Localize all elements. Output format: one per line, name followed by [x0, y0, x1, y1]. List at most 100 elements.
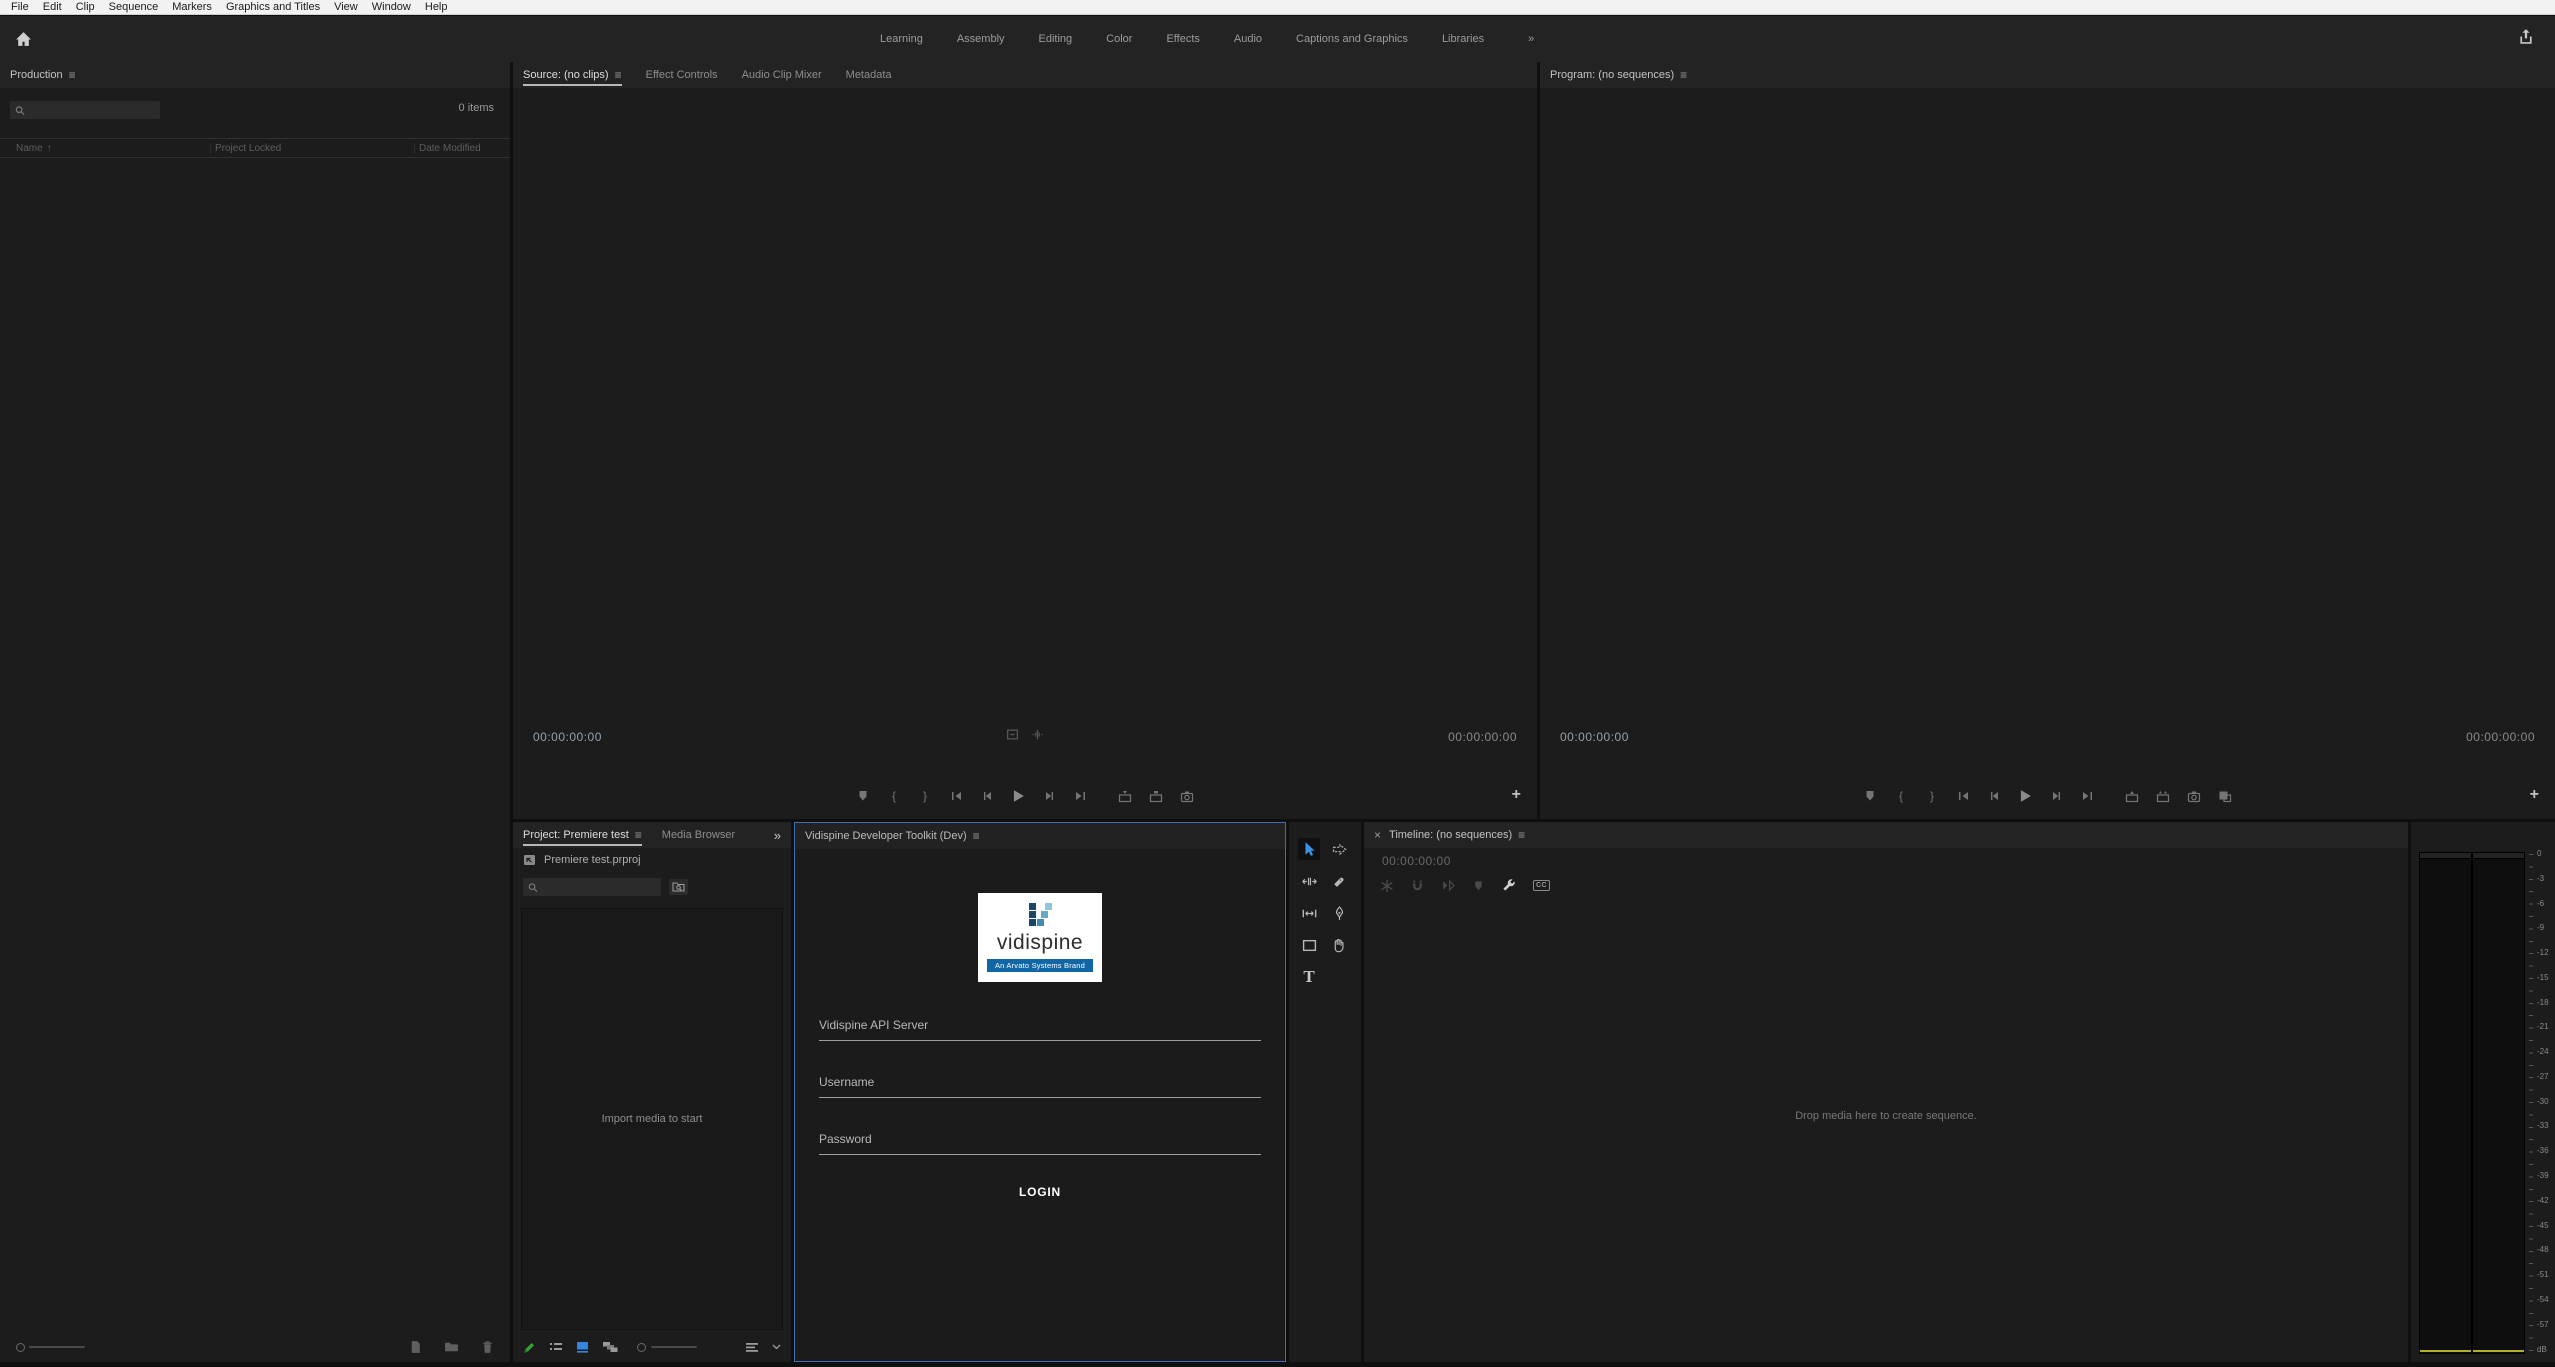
menu-help[interactable]: Help — [418, 0, 455, 15]
vidispine-panel-menu-icon[interactable]: ≡ — [973, 831, 980, 841]
project-tab-overflow-icon[interactable]: » — [774, 828, 781, 843]
timeline-close-icon[interactable]: × — [1374, 828, 1381, 842]
workspace-libraries[interactable]: Libraries — [1442, 33, 1484, 45]
track-select-forward-tool-icon[interactable] — [1328, 838, 1350, 860]
extract-icon[interactable] — [2155, 788, 2171, 804]
sort-options-icon[interactable] — [745, 1342, 759, 1353]
column-project-locked[interactable]: Project Locked — [210, 143, 414, 154]
hand-tool-icon[interactable] — [1328, 934, 1350, 956]
tab-media-browser[interactable]: Media Browser — [662, 824, 768, 846]
mark-in-icon[interactable]: { — [1893, 788, 1909, 804]
menu-view[interactable]: View — [327, 0, 365, 15]
export-frame-icon[interactable] — [2186, 788, 2202, 804]
snap-magnet-icon[interactable] — [1411, 879, 1424, 893]
go-to-in-icon[interactable] — [1955, 788, 1971, 804]
chevron-down-icon[interactable] — [772, 1344, 781, 1350]
timeline-playhead-timecode[interactable]: 00:00:00:00 — [1382, 854, 1451, 868]
go-to-out-icon[interactable] — [1072, 788, 1088, 804]
mark-in-icon[interactable]: { — [886, 788, 902, 804]
password-field[interactable] — [819, 1126, 1261, 1155]
list-view-icon[interactable] — [549, 1341, 563, 1353]
step-back-icon[interactable] — [979, 788, 995, 804]
new-item-icon[interactable] — [409, 1340, 422, 1354]
add-marker-icon[interactable] — [1862, 788, 1878, 804]
go-to-in-icon[interactable] — [948, 788, 964, 804]
slip-tool-icon[interactable] — [1298, 902, 1320, 924]
project-file-name[interactable]: Premiere test.prproj — [544, 854, 641, 866]
tab-project[interactable]: Project: Premiere test ≡ — [523, 824, 642, 846]
insert-icon[interactable] — [1117, 788, 1133, 804]
new-folder-icon[interactable] — [444, 1341, 459, 1353]
icon-view-icon[interactable] — [576, 1341, 589, 1353]
menu-markers[interactable]: Markers — [165, 0, 219, 15]
razor-tool-icon[interactable] — [1328, 870, 1350, 892]
production-zoom-slider[interactable] — [16, 1343, 25, 1352]
type-tool-icon[interactable]: T — [1298, 966, 1320, 988]
menu-sequence[interactable]: Sequence — [102, 0, 166, 15]
timeline-empty-text[interactable]: Drop media here to create sequence. — [1364, 1110, 2408, 1122]
workspace-captions-graphics[interactable]: Captions and Graphics — [1296, 33, 1408, 45]
username-field[interactable] — [819, 1069, 1261, 1098]
timeline-add-marker-icon[interactable] — [1473, 880, 1484, 892]
production-zoom-slider-track[interactable] — [29, 1346, 85, 1348]
source-button-editor-icon[interactable]: + — [1512, 786, 1521, 804]
rectangle-tool-icon[interactable] — [1298, 934, 1320, 956]
share-export-icon[interactable] — [2517, 28, 2535, 46]
tab-timeline[interactable]: Timeline: (no sequences) — [1389, 824, 1512, 846]
drag-audio-only-icon[interactable] — [1031, 728, 1044, 741]
workspace-overflow-icon[interactable]: » — [1528, 33, 1534, 45]
mark-out-icon[interactable]: } — [917, 788, 933, 804]
program-button-editor-icon[interactable]: + — [2530, 786, 2539, 804]
home-icon[interactable] — [12, 28, 34, 50]
project-panel-menu-icon[interactable]: ≡ — [635, 830, 642, 840]
workspace-editing[interactable]: Editing — [1039, 33, 1073, 45]
menu-graphics-titles[interactable]: Graphics and Titles — [219, 0, 327, 15]
comparison-view-icon[interactable] — [2217, 788, 2233, 804]
production-tab[interactable]: Production — [10, 64, 63, 86]
program-panel-menu-icon[interactable]: ≡ — [1680, 70, 1687, 80]
step-back-icon[interactable] — [1986, 788, 2002, 804]
captions-cc-icon[interactable]: CC — [1533, 880, 1550, 891]
menu-window[interactable]: Window — [365, 0, 418, 15]
lift-icon[interactable] — [2124, 788, 2140, 804]
production-search-input[interactable] — [10, 101, 160, 119]
workspace-audio[interactable]: Audio — [1234, 33, 1262, 45]
pen-tool-icon[interactable] — [1328, 902, 1350, 924]
menu-clip[interactable]: Clip — [69, 0, 102, 15]
project-writable-icon[interactable] — [523, 1341, 536, 1354]
workspace-assembly[interactable]: Assembly — [957, 33, 1005, 45]
add-marker-icon[interactable] — [855, 788, 871, 804]
insert-as-nest-icon[interactable] — [1380, 879, 1394, 893]
column-name[interactable]: Name↑ — [0, 143, 210, 154]
overwrite-icon[interactable] — [1148, 788, 1164, 804]
production-panel-menu-icon[interactable]: ≡ — [69, 70, 76, 80]
login-button[interactable]: LOGIN — [1019, 1185, 1061, 1199]
drag-video-only-icon[interactable] — [1006, 728, 1019, 741]
mark-out-icon[interactable]: } — [1924, 788, 1940, 804]
menu-file[interactable]: File — [4, 0, 36, 15]
tab-effect-controls[interactable]: Effect Controls — [646, 64, 718, 86]
step-forward-icon[interactable] — [1041, 788, 1057, 804]
export-frame-icon[interactable] — [1179, 788, 1195, 804]
timeline-settings-wrench-icon[interactable] — [1501, 878, 1516, 893]
search-bins-icon[interactable] — [669, 879, 688, 895]
workspace-color[interactable]: Color — [1106, 33, 1132, 45]
audio-meter[interactable] — [2419, 852, 2525, 1354]
tab-source[interactable]: Source: (no clips) ≡ — [523, 64, 622, 86]
tab-audio-clip-mixer[interactable]: Audio Clip Mixer — [742, 64, 822, 86]
project-search-input[interactable] — [523, 878, 661, 896]
ripple-edit-tool-icon[interactable] — [1298, 870, 1320, 892]
workspace-effects[interactable]: Effects — [1166, 33, 1199, 45]
project-zoom-slider-track[interactable] — [651, 1346, 697, 1348]
tab-vidispine-toolkit[interactable]: Vidispine Developer Toolkit (Dev) — [805, 825, 967, 847]
project-zoom-slider[interactable] — [637, 1343, 646, 1352]
freeform-view-icon[interactable] — [602, 1341, 618, 1353]
tab-program[interactable]: Program: (no sequences) — [1550, 64, 1674, 86]
column-date-modified[interactable]: Date Modified — [414, 143, 510, 154]
go-to-out-icon[interactable] — [2079, 788, 2095, 804]
delete-trash-icon[interactable] — [481, 1340, 494, 1354]
timeline-panel-menu-icon[interactable]: ≡ — [1518, 830, 1525, 840]
api-server-field[interactable] — [819, 1012, 1261, 1041]
workspace-learning[interactable]: Learning — [880, 33, 923, 45]
play-icon[interactable] — [2017, 788, 2033, 804]
